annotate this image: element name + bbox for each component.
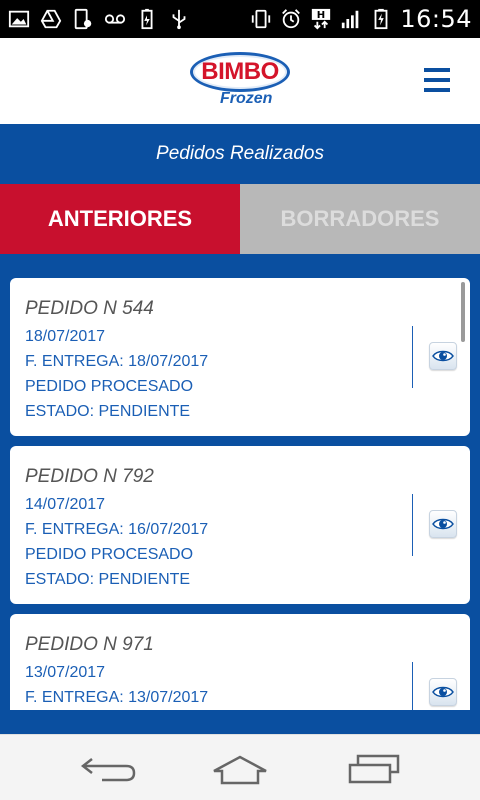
order-delivery-date: F. ENTREGA: 18/07/2017	[25, 353, 209, 370]
network-type-icon: H	[310, 8, 332, 30]
order-number: PEDIDO N 544	[25, 298, 154, 319]
order-card[interactable]: PEDIDO N 971 13/07/2017 F. ENTREGA: 13/0…	[10, 614, 470, 710]
tab-label: ANTERIORES	[47, 206, 193, 231]
app-header: BIMBO Frozen	[0, 38, 480, 124]
hamburger-menu-icon[interactable]	[424, 68, 450, 92]
orders-list[interactable]: PEDIDO N 544 18/07/2017 F. ENTREGA: 18/0…	[0, 254, 480, 710]
order-card[interactable]: PEDIDO N 544 18/07/2017 F. ENTREGA: 18/0…	[10, 278, 470, 436]
image-icon	[8, 8, 30, 30]
order-state: ESTADO: PENDIENTE	[25, 571, 191, 588]
status-bar: H 16:54	[0, 0, 480, 38]
card-divider	[412, 326, 413, 388]
list-scrollbar[interactable]	[461, 282, 465, 342]
battery-charging-icon	[370, 8, 392, 30]
bottom-strip	[0, 710, 480, 734]
phone-settings-icon	[72, 8, 94, 30]
order-date: 18/07/2017	[25, 328, 106, 345]
order-number: PEDIDO N 971	[25, 634, 154, 655]
order-number: PEDIDO N 792	[25, 466, 154, 487]
view-order-button[interactable]	[429, 510, 457, 538]
recent-apps-icon[interactable]	[344, 753, 404, 785]
eye-icon	[432, 350, 454, 362]
order-delivery-date: F. ENTREGA: 16/07/2017	[25, 521, 209, 538]
order-card[interactable]: PEDIDO N 792 14/07/2017 F. ENTREGA: 16/0…	[10, 446, 470, 604]
voicemail-icon	[104, 8, 126, 30]
order-status: PEDIDO PROCESADO	[25, 546, 194, 563]
page-title-bar: Pedidos Realizados	[0, 124, 480, 184]
view-order-button[interactable]	[429, 678, 457, 706]
logo-subtitle: Frozen	[220, 90, 273, 107]
android-navigation-bar	[0, 734, 480, 800]
bimbo-frozen-logo: BIMBO Frozen	[190, 52, 290, 110]
svg-text:H: H	[317, 10, 325, 21]
usb-icon	[168, 8, 190, 30]
vibrate-icon	[250, 8, 272, 30]
clock: 16:54	[400, 5, 472, 33]
order-date: 14/07/2017	[25, 496, 106, 513]
view-order-button[interactable]	[429, 342, 457, 370]
tab-borradores[interactable]: BORRADORES	[240, 184, 480, 254]
order-date: 13/07/2017	[25, 664, 106, 681]
home-icon[interactable]	[210, 753, 270, 785]
card-divider	[412, 662, 413, 710]
battery-saver-icon	[136, 8, 158, 30]
card-divider	[412, 494, 413, 556]
order-delivery-date: F. ENTREGA: 13/07/2017	[25, 689, 209, 706]
tab-label: BORRADORES	[280, 206, 440, 231]
signal-icon	[340, 8, 362, 30]
eye-icon	[432, 686, 454, 698]
page-title: Pedidos Realizados	[156, 143, 324, 164]
tab-bar: ANTERIORES BORRADORES	[0, 184, 480, 254]
eye-icon	[432, 518, 454, 530]
drive-icon	[40, 8, 62, 30]
logo-text: BIMBO	[201, 58, 279, 85]
back-icon[interactable]	[78, 753, 138, 785]
order-status: PEDIDO PROCESADO	[25, 378, 194, 395]
tab-anteriores[interactable]: ANTERIORES	[0, 184, 240, 254]
order-state: ESTADO: PENDIENTE	[25, 403, 191, 420]
alarm-icon	[280, 8, 302, 30]
